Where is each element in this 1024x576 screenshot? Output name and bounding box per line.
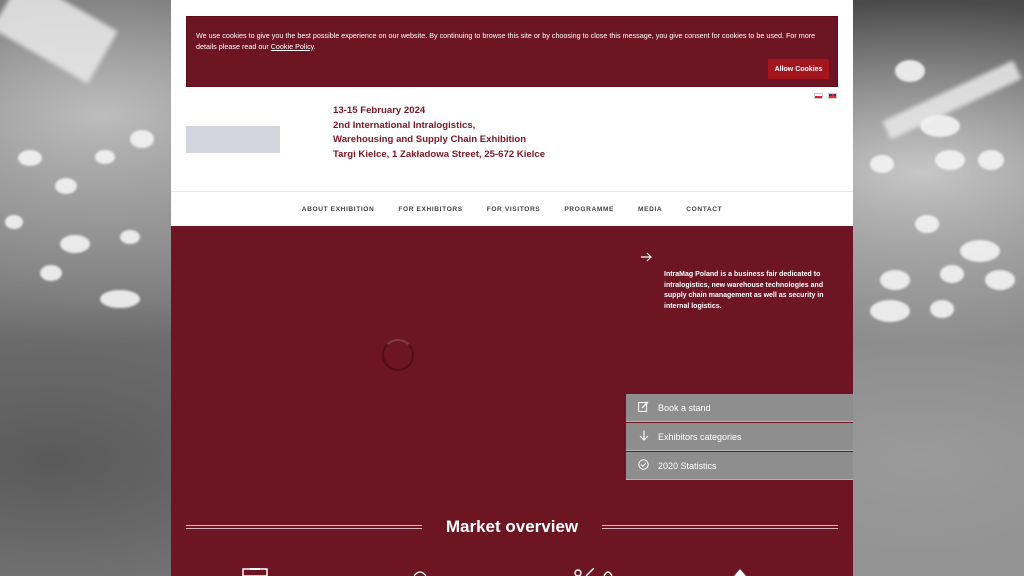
building-icon [239,566,271,576]
allow-cookies-button[interactable]: Allow Cookies [768,59,829,79]
nav-programme[interactable]: PROGRAMME [552,206,626,213]
nav-contact[interactable]: CONTACT [674,206,734,213]
event-title-line2: Warehousing and Supply Chain Exhibition [333,134,527,145]
exhibitors-categories-button[interactable]: Exhibitors categories [626,423,853,451]
divider [602,525,839,529]
event-venue: Targi Kielce, 1 Zakładowa Street, 25-672… [333,148,546,160]
statistics-button[interactable]: 2020 Statistics [626,452,853,480]
nav-media[interactable]: MEDIA [626,206,674,213]
side-menu: Book a stand Exhibitors categories 2020 … [626,394,853,481]
loading-spinner-icon [382,339,414,371]
cookie-policy-link[interactable]: Cookie Policy [271,42,314,51]
stat-icons-row [171,566,853,576]
divider [186,525,422,529]
event-title-line1: 2nd International Intralogistics, [333,119,476,131]
market-overview-heading: Market overview [186,514,839,540]
edit-icon [637,401,650,415]
nav-about-exhibition[interactable]: ABOUT EXHIBITION [290,206,387,213]
percent-icon [572,566,616,576]
event-date: 13-15 February 2024 [333,105,426,116]
polish-flag-icon[interactable] [814,93,823,99]
cookie-text: We use cookies to give you the best poss… [196,31,816,51]
arrow-right-icon[interactable] [640,251,652,266]
side-item-label: 2020 Statistics [658,460,717,471]
main-nav: ABOUT EXHIBITION FOR EXHIBITORS FOR VISI… [171,191,853,226]
hero-section: IntraMag Poland is a business fair dedic… [171,226,853,576]
check-circle-icon [637,458,650,473]
arrow-up-icon [733,566,747,576]
page-container: We use cookies to give you the best poss… [171,0,853,576]
language-switcher [814,93,837,99]
book-stand-button[interactable]: Book a stand [626,394,853,422]
event-info: 13-15 February 2024 2nd International In… [333,104,545,162]
nav-for-visitors[interactable]: FOR VISITORS [475,206,553,213]
logo-placeholder[interactable] [186,126,280,153]
hero-description: IntraMag Poland is a business fair dedic… [664,271,824,310]
shield-icon [412,566,428,576]
english-flag-icon[interactable] [828,93,837,99]
nav-for-exhibitors[interactable]: FOR EXHIBITORS [386,206,474,213]
cookie-banner: We use cookies to give you the best poss… [186,16,838,87]
side-item-label: Exhibitors categories [658,431,742,442]
side-item-label: Book a stand [658,402,711,413]
market-overview-title: Market overview [445,517,579,536]
arrow-down-icon [637,430,650,444]
